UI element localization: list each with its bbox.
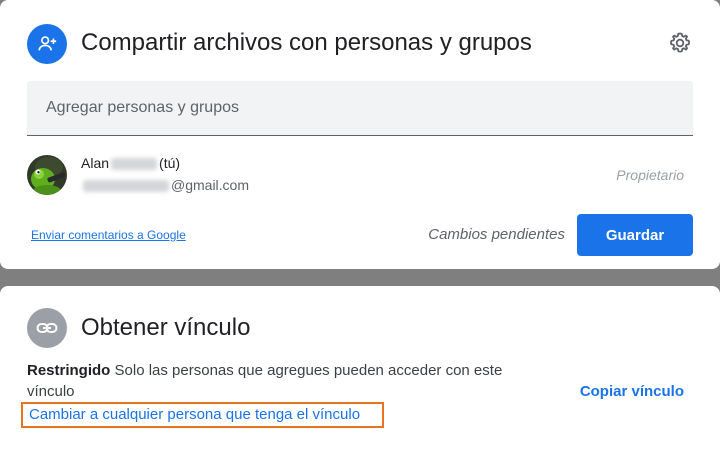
pending-changes-text: Cambios pendientes <box>428 226 565 243</box>
add-people-input[interactable] <box>46 99 674 117</box>
avatar <box>27 155 67 195</box>
person-email: @gmail.com <box>81 177 249 193</box>
person-name: Alan (tú) <box>81 155 180 171</box>
you-label: (tú) <box>159 155 181 171</box>
dialog-title: Compartir archivos con personas y grupos <box>81 29 532 56</box>
add-people-field[interactable] <box>27 81 693 136</box>
gear-icon[interactable] <box>667 30 693 56</box>
get-link-title: Obtener vínculo <box>81 314 251 341</box>
email-domain: @gmail.com <box>171 177 250 193</box>
save-button[interactable]: Guardar <box>577 214 693 256</box>
person-add-icon <box>27 24 67 64</box>
feedback-link[interactable]: Enviar comentarios a Google <box>31 228 186 242</box>
change-access-link[interactable]: Cambiar a cualquier persona que tenga el… <box>21 402 384 428</box>
redacted-email-user <box>83 180 169 193</box>
link-icon <box>27 308 67 348</box>
person-first-name: Alan <box>81 155 110 171</box>
copy-link-button[interactable]: Copiar vínculo <box>580 383 684 400</box>
share-dialog-card: Compartir archivos con personas y grupos… <box>0 0 720 269</box>
access-level: Restringido <box>27 362 111 379</box>
redacted-surname <box>111 158 158 171</box>
role-label: Propietario <box>616 167 684 183</box>
access-description: Restringido Solo las personas que agregu… <box>27 360 547 402</box>
